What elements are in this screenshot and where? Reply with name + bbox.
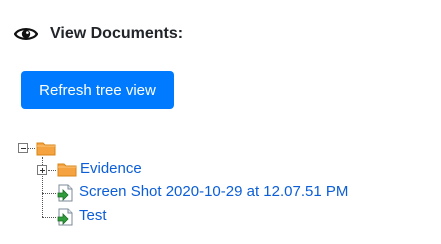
tree-connector	[48, 170, 56, 171]
folder-icon[interactable]	[36, 140, 56, 161]
document-icon[interactable]	[56, 208, 74, 231]
tree-node-test[interactable]: Test	[79, 207, 107, 225]
section-title: View Documents:	[50, 25, 184, 42]
document-icon[interactable]	[56, 184, 74, 207]
folder-icon[interactable]	[57, 161, 77, 182]
tree-connector	[42, 193, 56, 194]
tree-connector	[42, 217, 56, 218]
view-documents-panel: View Documents: Refresh tree view Eviden…	[0, 0, 441, 244]
refresh-tree-button[interactable]: Refresh tree view	[21, 71, 174, 109]
tree-node-evidence[interactable]: Evidence	[80, 160, 142, 178]
section-header: View Documents:	[13, 22, 184, 46]
evidence-expand-toggle[interactable]	[37, 165, 47, 175]
tree-node-screenshot[interactable]: Screen Shot 2020-10-29 at 12.07.51 PM	[79, 183, 348, 201]
tree-connector	[28, 148, 35, 149]
eye-icon	[13, 26, 39, 42]
root-collapse-toggle[interactable]	[18, 143, 28, 153]
